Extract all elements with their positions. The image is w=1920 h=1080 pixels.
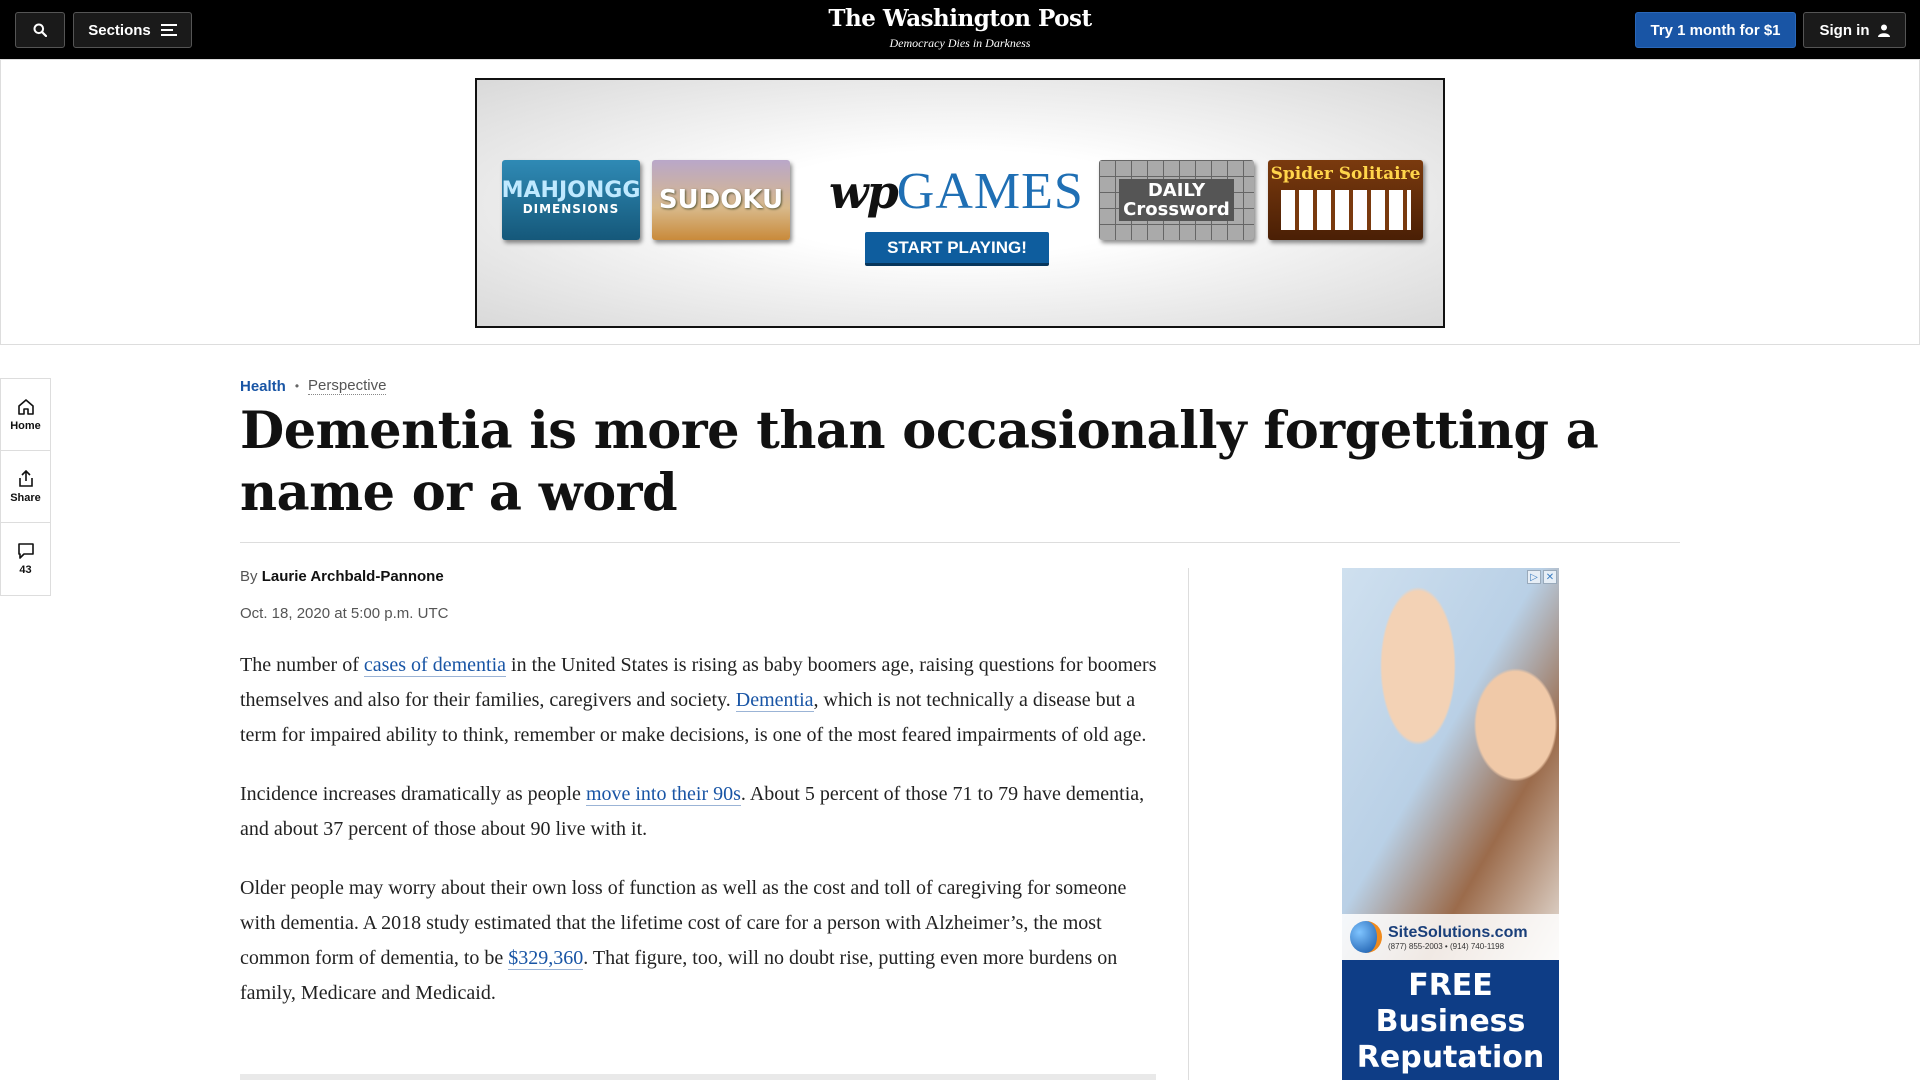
start-playing-button[interactable]: START PLAYING! xyxy=(865,232,1049,266)
sections-label: Sections xyxy=(88,21,151,39)
left-action-rail: Home Share 43 xyxy=(0,378,51,596)
sign-in-button[interactable]: Sign in xyxy=(1803,12,1906,48)
close-icon[interactable]: ✕ xyxy=(1543,570,1557,584)
author-link[interactable]: Laurie Archbald-Pannone xyxy=(262,568,444,585)
mahjongg-tile: MAHJONGG DIMENSIONS xyxy=(502,160,640,240)
headline-divider xyxy=(240,542,1680,543)
search-button[interactable] xyxy=(15,12,65,48)
share-label: Share xyxy=(10,491,41,504)
wp-games-logo: wpGAMES xyxy=(829,162,1083,221)
adchoices-icon[interactable]: ▷ xyxy=(1527,570,1541,584)
sudoku-tile: SUDOKU xyxy=(652,160,790,240)
wp-games-ad[interactable]: MAHJONGG DIMENSIONS SUDOKU wpGAMES START … xyxy=(475,78,1445,328)
ad-headline-line: FREE xyxy=(1408,968,1493,1003)
hamburger-menu-icon xyxy=(160,24,177,36)
sidebar-ad[interactable]: ▷ ✕ SiteSolutions.com (877) 855-2003 • (… xyxy=(1342,568,1559,1080)
paragraph-text: Incidence increases dramatically as peop… xyxy=(240,783,586,805)
paragraph: Older people may worry about their own l… xyxy=(240,871,1160,1011)
sign-in-label: Sign in xyxy=(1819,21,1870,39)
link-move-into-their-90s[interactable]: move into their 90s xyxy=(585,783,741,806)
link-cases-of-dementia[interactable]: cases of dementia xyxy=(363,654,507,677)
home-label: Home xyxy=(10,419,41,432)
wp-logo-mark: wp xyxy=(829,165,899,219)
article-body: The number of cases of dementia in the U… xyxy=(240,648,1160,1035)
ad-headline-line: Reputation xyxy=(1356,1040,1545,1075)
ad-photo xyxy=(1342,568,1559,960)
top-navigation-bar: Sections The Washington Post Democracy D… xyxy=(0,0,1920,59)
comment-icon xyxy=(17,543,34,559)
sections-button[interactable]: Sections xyxy=(73,12,192,48)
solitaire-tile: Spider Solitaire xyxy=(1268,160,1423,240)
paragraph: The number of cases of dementia in the U… xyxy=(240,648,1160,753)
search-icon xyxy=(33,23,47,37)
solitaire-cards-image xyxy=(1280,190,1411,230)
comments-count: 43 xyxy=(19,564,32,576)
byline-prefix: By xyxy=(240,568,258,585)
kicker-separator: • xyxy=(294,379,300,393)
paragraph-text: The number of xyxy=(240,654,364,676)
article-kicker: Health • Perspective xyxy=(240,377,387,395)
article-headline: Dementia is more than occasionally forge… xyxy=(240,401,1599,523)
ad-brand: SiteSolutions.com (877) 855-2003 • (914)… xyxy=(1342,914,1559,960)
publish-timestamp: Oct. 18, 2020 at 5:00 p.m. UTC xyxy=(240,605,449,622)
ad-choices[interactable]: ▷ ✕ xyxy=(1527,570,1557,584)
paragraph: Incidence increases dramatically as peop… xyxy=(240,777,1160,847)
solitaire-title: Spider Solitaire xyxy=(1270,164,1421,184)
share-icon xyxy=(18,469,33,487)
home-button[interactable]: Home xyxy=(1,379,50,451)
globe-logo-icon xyxy=(1350,921,1382,953)
body-bottom-bar xyxy=(240,1074,1156,1080)
crossword-line1: DAILY xyxy=(1147,180,1206,201)
games-wordmark: GAMES xyxy=(896,163,1084,220)
perspective-label[interactable]: Perspective xyxy=(308,377,387,395)
link-cost-figure[interactable]: $329,360 xyxy=(508,947,584,970)
crossword-tile: DAILY Crossword xyxy=(1099,160,1254,240)
link-dementia[interactable]: Dementia xyxy=(735,689,814,712)
subscribe-offer-button[interactable]: Try 1 month for $1 xyxy=(1635,12,1796,48)
masthead-tagline: Democracy Dies in Darkness xyxy=(889,36,1031,50)
masthead-title: The Washington Post xyxy=(828,5,1092,32)
ad-headline-line: Business xyxy=(1375,1004,1526,1039)
comments-button[interactable]: 43 xyxy=(1,523,50,595)
home-icon xyxy=(17,398,34,415)
ad-phone: (877) 855-2003 • (914) 740-1198 xyxy=(1388,941,1505,951)
section-link-health[interactable]: Health xyxy=(240,378,286,395)
masthead-logo[interactable]: The Washington Post Democracy Dies in Da… xyxy=(760,4,1160,50)
ad-headline: FREE Business Reputation xyxy=(1342,960,1559,1080)
ad-brand-name: SiteSolutions.com xyxy=(1388,923,1528,941)
byline: By Laurie Archbald-Pannone xyxy=(240,568,444,585)
user-icon xyxy=(1877,24,1890,37)
column-divider xyxy=(1188,568,1189,1080)
crossword-line2: Crossword xyxy=(1123,199,1230,220)
share-button[interactable]: Share xyxy=(1,451,50,523)
